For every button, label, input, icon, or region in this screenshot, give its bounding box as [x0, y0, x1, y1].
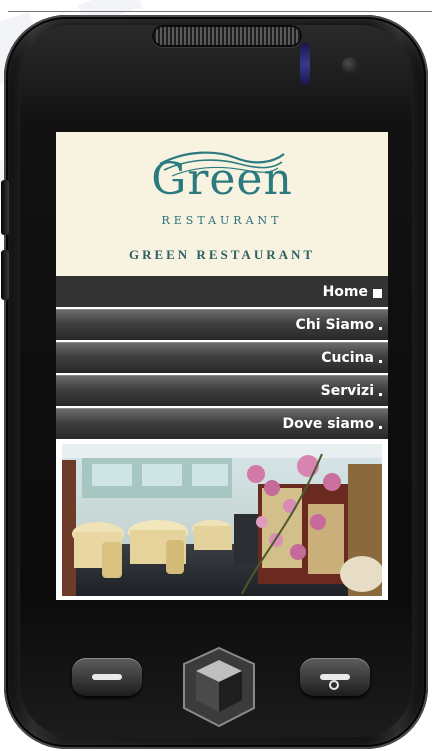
nav-item-cucina[interactable]: Cucina [56, 342, 388, 373]
nav-label: Servizi [320, 383, 374, 399]
site-title: GREEN RESTAURANT [128, 247, 316, 262]
bullet-icon [379, 392, 382, 396]
end-call-button[interactable] [300, 658, 370, 696]
side-key [1, 250, 9, 300]
nav-label: Dove siamo [282, 416, 374, 432]
restaurant-photo [62, 444, 382, 596]
call-button[interactable] [72, 658, 142, 696]
nav-item-dove-siamo[interactable]: Dove siamo [56, 408, 388, 439]
logo-word: Green [151, 154, 293, 205]
main-nav: Home Chi Siamo Cucina Servizi Dove siamo [56, 276, 388, 441]
bullet-icon [379, 425, 382, 429]
nav-item-home[interactable]: Home [56, 276, 388, 307]
earpiece-speaker [152, 25, 302, 47]
volume-key [1, 180, 9, 235]
nav-label: Home [322, 284, 368, 300]
end-call-icon [320, 674, 350, 680]
logo-subtitle: RESTAURANT [161, 214, 283, 227]
nav-label: Chi Siamo [295, 317, 374, 333]
status-led [300, 43, 310, 85]
call-icon [92, 674, 122, 680]
site-header: Green RESTAURANT GREEN RESTAURANT [56, 132, 388, 276]
nav-item-servizi[interactable]: Servizi [56, 375, 388, 406]
bullet-icon [379, 326, 382, 330]
dining-room-image [62, 444, 382, 596]
front-camera [342, 57, 358, 73]
bullet-icon [379, 359, 382, 363]
power-icon [329, 680, 339, 690]
cube-icon[interactable] [178, 646, 260, 728]
top-rule [8, 11, 432, 12]
nav-item-chi-siamo[interactable]: Chi Siamo [56, 309, 388, 340]
phone-screen: Green RESTAURANT GREEN RESTAURANT Home C… [56, 132, 388, 600]
nav-label: Cucina [321, 350, 374, 366]
bullet-icon [373, 288, 382, 298]
